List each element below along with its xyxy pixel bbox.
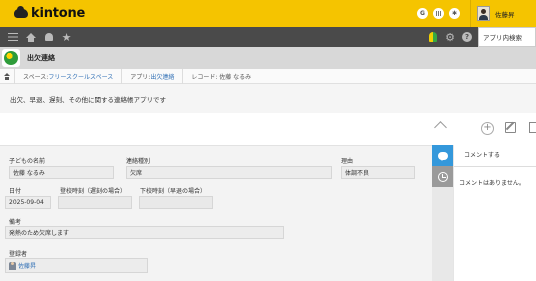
breadcrumb-app[interactable]: アプリ: 出欠連絡	[121, 68, 182, 84]
reason-value: 体調不良	[345, 170, 370, 177]
contact-type-field: 欠席	[126, 166, 332, 179]
date-label: 日付	[9, 188, 22, 195]
app-description: 出欠、早退、遅刻、その他に関する連絡帳アプリです	[0, 85, 536, 113]
history-clock-icon	[437, 171, 448, 182]
top-bar: kintone G ✱ 佐藤昇	[0, 0, 536, 27]
add-record-button[interactable]: +	[481, 122, 494, 135]
home-icon[interactable]	[25, 32, 36, 43]
arrival-time-label: 登校時刻（遅刻の場合）	[60, 188, 127, 195]
comment-input[interactable]: コメントする	[454, 145, 536, 167]
record-detail: 子どもの名前 佐藤 なるみ 連絡種別 欠席 理由 体調不良 日付 2025-09…	[0, 145, 432, 281]
app-title: 出欠連絡	[27, 54, 55, 62]
edit-record-button[interactable]	[505, 122, 516, 133]
kintone-logo[interactable]: kintone	[14, 6, 85, 21]
registrant-link[interactable]: 佐藤昇	[18, 261, 36, 270]
contact-type-label: 連絡種別	[126, 158, 151, 165]
app-search-input[interactable]: アプリ内検索	[478, 27, 536, 47]
child-name-value: 佐藤 なるみ	[13, 170, 45, 177]
contact-type-value: 欠席	[130, 170, 143, 177]
arrival-time-field	[58, 196, 132, 209]
breadcrumb-record: レコード: 佐藤 なるみ	[182, 68, 259, 84]
nav-bar: ★ ⚙ ? アプリ内検索	[0, 27, 536, 47]
breadcrumb-app-prefix: アプリ:	[130, 73, 151, 81]
user-name: 佐藤昇	[495, 10, 515, 19]
record-actions: +	[0, 113, 536, 145]
gear-icon[interactable]: ⚙	[445, 31, 455, 44]
leave-time-field	[139, 196, 213, 209]
bell-icon[interactable]	[43, 32, 54, 43]
settings-icon[interactable]: ✱	[449, 8, 460, 19]
cloud-logo-icon	[14, 6, 28, 18]
leave-time-label: 下校時刻（早退の場合）	[140, 188, 207, 195]
breadcrumb-space-link[interactable]: フリースクールスペース	[48, 72, 113, 81]
chevron-up-icon[interactable]	[434, 121, 447, 134]
help-icon[interactable]: ?	[462, 32, 472, 42]
history-tab[interactable]	[432, 166, 453, 187]
app-search-placeholder: アプリ内検索	[483, 34, 522, 42]
comment-bubble-icon	[437, 151, 448, 161]
notes-label: 備考	[9, 219, 22, 226]
breadcrumb-record-label: レコード: 佐藤 なるみ	[191, 73, 252, 81]
registrant-field: 佐藤昇	[5, 258, 148, 273]
logo-text: kintone	[31, 6, 86, 21]
registrant-label: 登録者	[9, 251, 28, 258]
app-header: 出欠連絡	[0, 47, 536, 69]
date-field: 2025-09-04	[5, 196, 51, 209]
comment-panel: コメントする コメントはありません。	[453, 145, 536, 281]
no-comment-text: コメントはありません。	[459, 180, 525, 187]
menu-icon[interactable]	[7, 32, 18, 43]
breadcrumb-app-link[interactable]: 出欠連絡	[150, 72, 174, 81]
notes-field: 発熱のため欠席します	[5, 226, 284, 239]
date-value: 2025-09-04	[9, 199, 44, 206]
comment-placeholder: コメントする	[464, 152, 501, 159]
user-menu[interactable]: 佐藤昇	[470, 0, 536, 27]
beginner-mark-icon[interactable]	[429, 32, 438, 42]
user-icon	[9, 261, 16, 270]
google-icon[interactable]: G	[417, 8, 428, 19]
star-icon[interactable]: ★	[61, 32, 72, 43]
breadcrumb: スペース: フリースクールスペース アプリ: 出欠連絡 レコード: 佐藤 なるみ	[0, 68, 536, 84]
notes-value: 発熱のため欠席します	[9, 230, 70, 237]
reason-label: 理由	[341, 158, 354, 165]
side-panel-tabs	[432, 145, 453, 281]
grid-icon[interactable]	[433, 8, 444, 19]
reason-field: 体調不良	[341, 166, 415, 179]
breadcrumb-space[interactable]: スペース: フリースクールスペース	[14, 68, 121, 84]
child-name-field: 佐藤 なるみ	[9, 166, 114, 179]
comment-tab[interactable]	[432, 145, 453, 166]
child-name-label: 子どもの名前	[9, 158, 46, 165]
breadcrumb-space-prefix: スペース:	[23, 73, 49, 81]
breadcrumb-home-icon[interactable]	[0, 69, 14, 84]
avatar	[477, 6, 490, 21]
copy-record-button[interactable]	[529, 122, 536, 133]
app-icon	[2, 49, 20, 67]
